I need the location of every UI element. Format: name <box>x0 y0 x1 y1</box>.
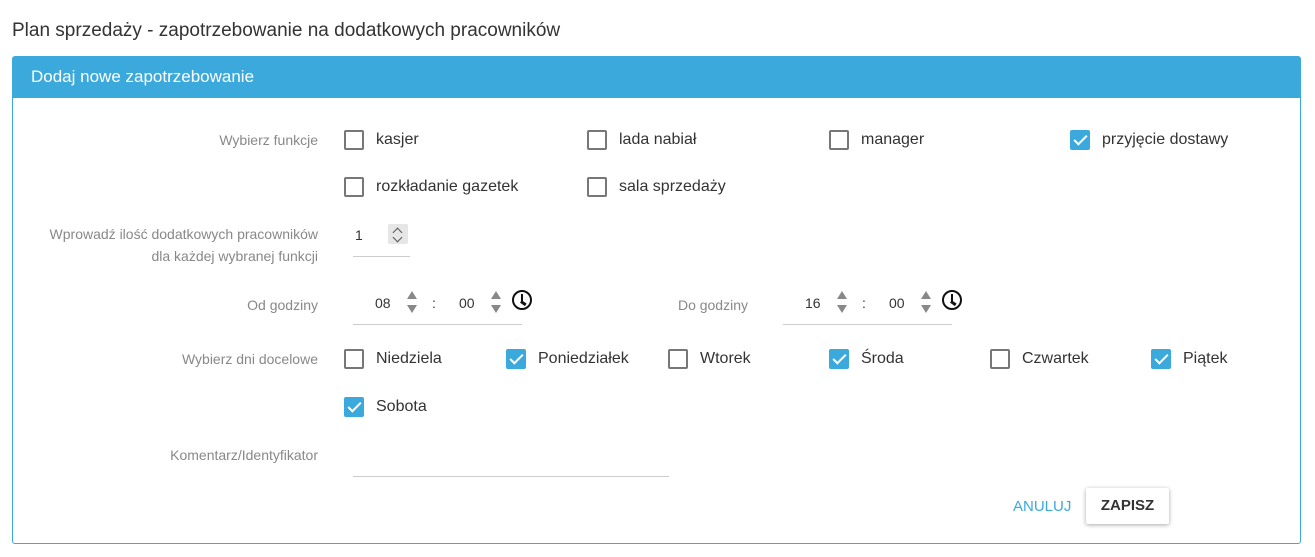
comment-label: Komentarz/Identyfikator <box>170 447 318 463</box>
checkbox-label: Sobota <box>376 398 427 415</box>
checkbox-box[interactable] <box>344 177 364 197</box>
from-time-underline <box>353 324 522 325</box>
checkbox-box[interactable] <box>1151 349 1171 369</box>
spin-down-icon[interactable] <box>837 305 847 313</box>
checkbox-box[interactable] <box>344 397 364 417</box>
workers-count-value[interactable]: 1 <box>355 227 363 243</box>
comment-underline <box>353 476 669 477</box>
add-demand-panel: Dodaj nowe zapotrzebowanie Wybierz funkc… <box>12 56 1301 544</box>
checkbox-label: Środa <box>861 350 904 367</box>
checkbox-label: rozkładanie gazetek <box>376 178 519 195</box>
panel-header: Dodaj nowe zapotrzebowanie <box>13 57 1300 98</box>
functions-label: Wybierz funkcje <box>219 132 318 148</box>
checkbox-box[interactable] <box>1070 130 1090 150</box>
days-label: Wybierz dni docelowe <box>181 351 318 367</box>
checkbox-box[interactable] <box>587 130 607 150</box>
comment-input[interactable] <box>355 447 665 467</box>
to-time-label: Do godziny <box>677 297 748 313</box>
from-time-separator: : <box>432 295 436 311</box>
spin-down-icon[interactable] <box>407 305 417 313</box>
panel-header-title: Dodaj nowe zapotrzebowanie <box>31 67 255 86</box>
to-minutes-value[interactable]: 00 <box>889 295 905 311</box>
to-time-underline <box>783 324 952 325</box>
clock-icon[interactable] <box>942 290 962 310</box>
cancel-button[interactable]: ANULUJ <box>1013 498 1071 515</box>
save-button[interactable]: ZAPISZ <box>1086 488 1169 524</box>
spin-up-icon[interactable] <box>921 291 931 299</box>
checkbox-box[interactable] <box>990 349 1010 369</box>
checkbox-label: Piątek <box>1183 350 1228 367</box>
workers-count-stepper[interactable] <box>388 224 408 244</box>
from-hours-value[interactable]: 08 <box>375 295 391 311</box>
checkbox-label: Niedziela <box>376 350 442 367</box>
checkbox-label: lada nabiał <box>619 131 697 148</box>
checkbox-box[interactable] <box>344 349 364 369</box>
spin-down-icon[interactable] <box>921 305 931 313</box>
to-minutes-spinner[interactable] <box>921 289 931 315</box>
spin-up-icon[interactable] <box>491 291 501 299</box>
spin-down-icon[interactable] <box>491 305 501 313</box>
page-title: Plan sprzedaży - zapotrzebowanie na doda… <box>12 20 561 41</box>
to-time-separator: : <box>862 295 866 311</box>
checkbox-box[interactable] <box>344 130 364 150</box>
workers-label-line1: Wprowadź ilość dodatkowych pracowników <box>49 226 318 242</box>
from-time-label: Od godziny <box>247 297 318 313</box>
to-hours-value[interactable]: 16 <box>805 295 821 311</box>
from-hours-spinner[interactable] <box>407 289 417 315</box>
checkbox-label: kasjer <box>376 131 419 148</box>
stepper-down-icon[interactable] <box>392 232 403 243</box>
checkbox-label: sala sprzedaży <box>619 178 726 195</box>
checkbox-box[interactable] <box>587 177 607 197</box>
spin-up-icon[interactable] <box>407 291 417 299</box>
from-minutes-value[interactable]: 00 <box>459 295 475 311</box>
checkbox-label: Poniedziałek <box>538 350 629 367</box>
checkbox-label: Czwartek <box>1022 350 1089 367</box>
to-hours-spinner[interactable] <box>837 289 847 315</box>
checkbox-label: przyjęcie dostawy <box>1102 131 1229 148</box>
workers-label-line2: dla każdej wybranej funkcji <box>151 248 318 264</box>
spin-up-icon[interactable] <box>837 291 847 299</box>
checkbox-box[interactable] <box>668 349 688 369</box>
checkbox-label: manager <box>861 131 925 148</box>
checkbox-box[interactable] <box>829 349 849 369</box>
checkbox-box[interactable] <box>829 130 849 150</box>
checkbox-box[interactable] <box>506 349 526 369</box>
from-minutes-spinner[interactable] <box>491 289 501 315</box>
workers-count-underline <box>353 256 410 257</box>
clock-icon[interactable] <box>512 290 532 310</box>
checkbox-label: Wtorek <box>700 350 751 367</box>
